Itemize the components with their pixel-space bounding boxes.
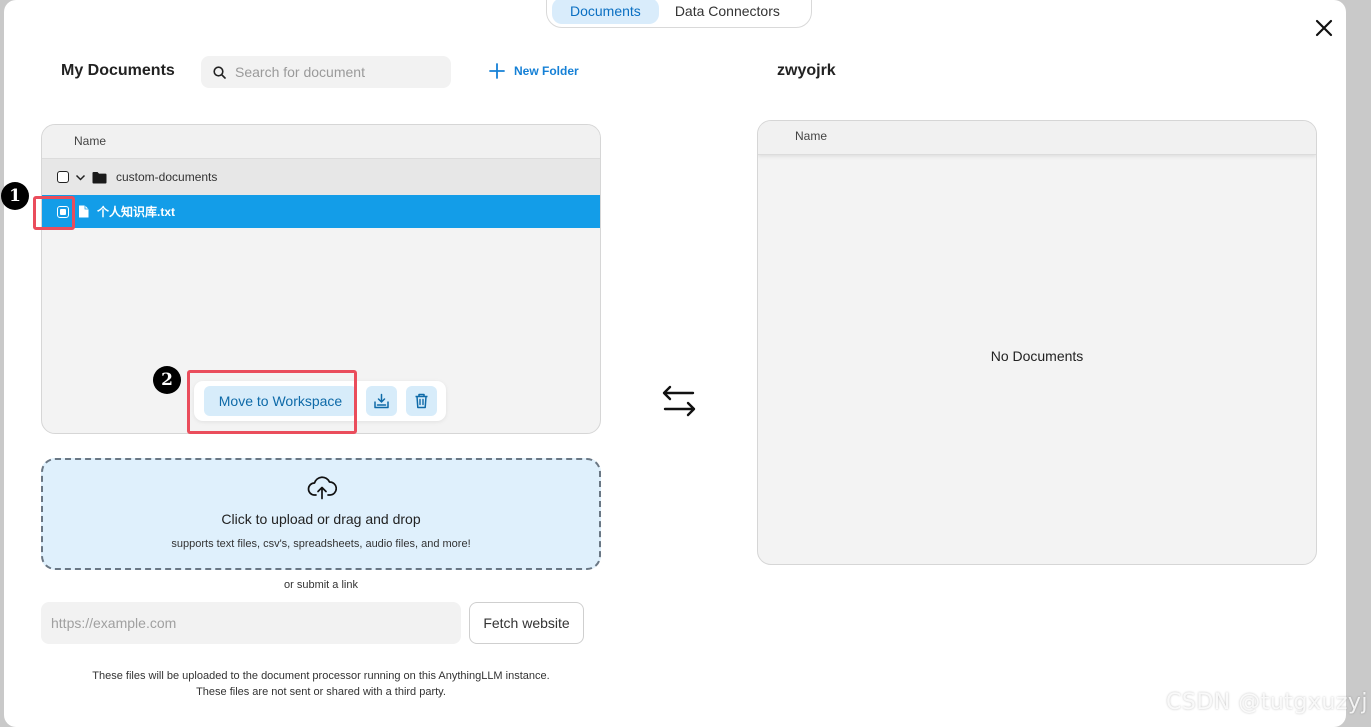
upload-footnote: These files will be uploaded to the docu… bbox=[41, 668, 601, 700]
close-icon bbox=[1315, 19, 1333, 37]
trash-icon bbox=[415, 393, 428, 409]
footnote-line-1: These files will be uploaded to the docu… bbox=[92, 670, 550, 682]
workspace-documents-panel: Name No Documents bbox=[757, 120, 1317, 565]
file-row[interactable]: 个人知识库.txt bbox=[42, 195, 600, 228]
tab-documents[interactable]: Documents bbox=[552, 0, 659, 24]
delete-button[interactable] bbox=[406, 386, 437, 416]
upload-subtitle: supports text files, csv's, spreadsheets… bbox=[171, 538, 471, 550]
url-input[interactable] bbox=[41, 602, 461, 644]
workspace-title: zwyojrk bbox=[777, 62, 836, 79]
watermark-text: CSDN @tutgxuzyj bbox=[1166, 690, 1369, 715]
close-button[interactable] bbox=[1313, 17, 1335, 39]
search-input[interactable] bbox=[235, 64, 435, 80]
chevron-down-icon[interactable] bbox=[75, 172, 86, 183]
highlight-box-1 bbox=[33, 196, 75, 230]
footnote-line-2: These files are not sent or shared with … bbox=[196, 686, 446, 698]
folder-checkbox[interactable] bbox=[57, 171, 69, 183]
document-manager-modal: Documents Data Connectors My Documents N… bbox=[4, 0, 1346, 727]
step-badge-1: 1 bbox=[1, 182, 29, 210]
new-folder-label: New Folder bbox=[514, 64, 579, 78]
search-icon bbox=[213, 65, 226, 79]
document-search[interactable] bbox=[201, 56, 451, 88]
folder-name: custom-documents bbox=[116, 170, 218, 184]
or-submit-link-label: or submit a link bbox=[284, 579, 358, 591]
workspace-column-header-name: Name bbox=[758, 121, 1316, 155]
fetch-website-button[interactable]: Fetch website bbox=[469, 602, 584, 644]
new-folder-button[interactable]: New Folder bbox=[489, 63, 579, 79]
folder-icon bbox=[92, 171, 107, 183]
folder-row[interactable]: custom-documents bbox=[42, 159, 600, 195]
swap-arrows-icon bbox=[660, 384, 698, 423]
cloud-upload-icon bbox=[307, 476, 337, 500]
plus-icon bbox=[489, 63, 505, 79]
file-name: 个人知识库.txt bbox=[97, 205, 176, 219]
download-icon bbox=[374, 393, 389, 408]
empty-state-text: No Documents bbox=[990, 348, 1084, 364]
file-icon bbox=[79, 205, 89, 218]
tab-data-connectors[interactable]: Data Connectors bbox=[659, 0, 796, 24]
upload-title: Click to upload or drag and drop bbox=[221, 511, 421, 527]
my-documents-title: My Documents bbox=[61, 62, 175, 79]
step-badge-2: 2 bbox=[153, 366, 181, 394]
download-button[interactable] bbox=[366, 386, 397, 416]
column-header-name: Name bbox=[42, 125, 600, 159]
highlight-box-2 bbox=[187, 370, 357, 434]
tab-bar: Documents Data Connectors bbox=[546, 0, 812, 28]
upload-dropzone[interactable]: Click to upload or drag and drop support… bbox=[41, 458, 601, 570]
